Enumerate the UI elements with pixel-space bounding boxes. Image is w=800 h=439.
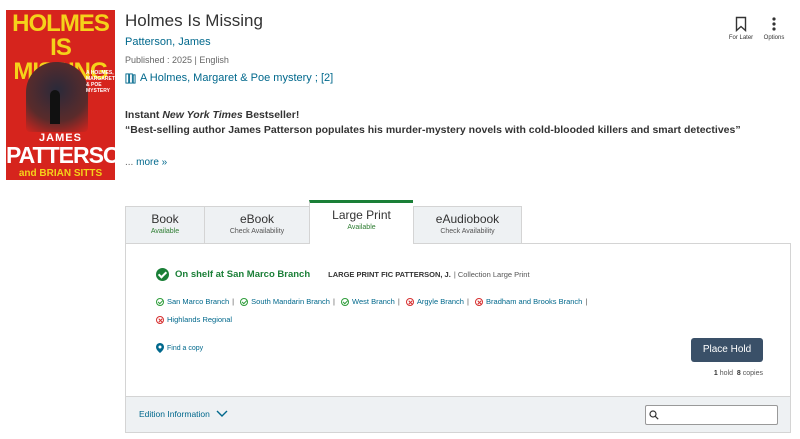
tab-eaudiobook[interactable]: eAudiobook Check Availability: [413, 206, 522, 244]
description-more: ... more »: [125, 157, 168, 168]
check-circle-icon: [156, 268, 169, 281]
unavailable-icon: [405, 298, 414, 306]
find-copy-link[interactable]: Find a copy: [156, 343, 203, 353]
place-hold-button[interactable]: Place Hold: [691, 338, 763, 362]
search-icon: [649, 410, 659, 420]
for-later-button[interactable]: For Later: [723, 16, 759, 41]
tab-ebook[interactable]: eBook Check Availability: [204, 206, 309, 244]
edition-search-input[interactable]: [645, 405, 778, 425]
branch-link[interactable]: Argyle Branch |: [405, 294, 471, 310]
available-icon: [156, 298, 164, 306]
edition-information-toggle[interactable]: Edition Information: [139, 409, 228, 419]
author-link[interactable]: Patterson, James: [125, 36, 211, 48]
branch-link[interactable]: San Marco Branch |: [156, 294, 236, 310]
holds-copies-count: 1 hold 8 copies: [713, 370, 763, 377]
more-vertical-icon: [772, 17, 776, 31]
description-quote: “Best-selling author James Patterson pop…: [125, 124, 741, 136]
tab-large-print[interactable]: Large Print Available: [309, 200, 413, 244]
availability-panel: On shelf at San Marco Branch LARGE PRINT…: [125, 243, 791, 433]
available-icon: [240, 298, 249, 306]
branch-link[interactable]: West Branch |: [341, 294, 402, 310]
bookmark-icon: [735, 16, 747, 32]
map-pin-icon: [156, 343, 164, 353]
branch-list: San Marco Branch | South Mandarin Branch |…: [156, 294, 756, 330]
series-icon: [125, 72, 136, 84]
available-icon: [341, 298, 350, 306]
branch-link[interactable]: South Mandarin Branch |: [240, 294, 337, 310]
book-title: Holmes Is Missing: [125, 11, 263, 30]
format-tabs: Book Available eBook Check Availability …: [125, 200, 522, 244]
cover-coauthor: and BRIAN SITTS: [18, 168, 103, 179]
options-button[interactable]: Options: [756, 16, 792, 41]
edition-bar: Edition Information: [126, 396, 790, 432]
shelf-status: On shelf at San Marco Branch LARGE PRINT…: [156, 268, 530, 281]
chevron-down-icon: [216, 410, 228, 417]
publication-info: Published : 2025 | English: [125, 55, 229, 65]
series-label: A Holmes, Margaret & Poe mystery ; [2]: [140, 72, 334, 84]
branch-link[interactable]: Highlands Regional: [156, 312, 232, 328]
branch-link[interactable]: Bradham and Brooks Branch |: [475, 294, 589, 310]
more-link[interactable]: more »: [136, 157, 167, 168]
cover-art: [26, 62, 88, 132]
tab-book[interactable]: Book Available: [125, 206, 204, 244]
series-link[interactable]: A Holmes, Margaret & Poe mystery ; [2]: [125, 72, 333, 84]
description-headline: Instant New York Times Bestseller!: [125, 109, 300, 121]
book-cover[interactable]: HOLMES IS MISSING A HOLMES, MARGARET & P…: [6, 10, 115, 180]
collection-label: | Collection Large Print: [453, 270, 530, 279]
unavailable-icon: [156, 316, 164, 324]
call-number: LARGE PRINT FIC PATTERSON, J.: [328, 270, 451, 279]
cover-series: A HOLMES, MARGARET & POE MYSTERY: [86, 70, 115, 94]
unavailable-icon: [475, 298, 484, 306]
on-shelf-text: On shelf at San Marco Branch: [175, 269, 311, 280]
cover-author-last: PATTERSON: [6, 142, 115, 168]
